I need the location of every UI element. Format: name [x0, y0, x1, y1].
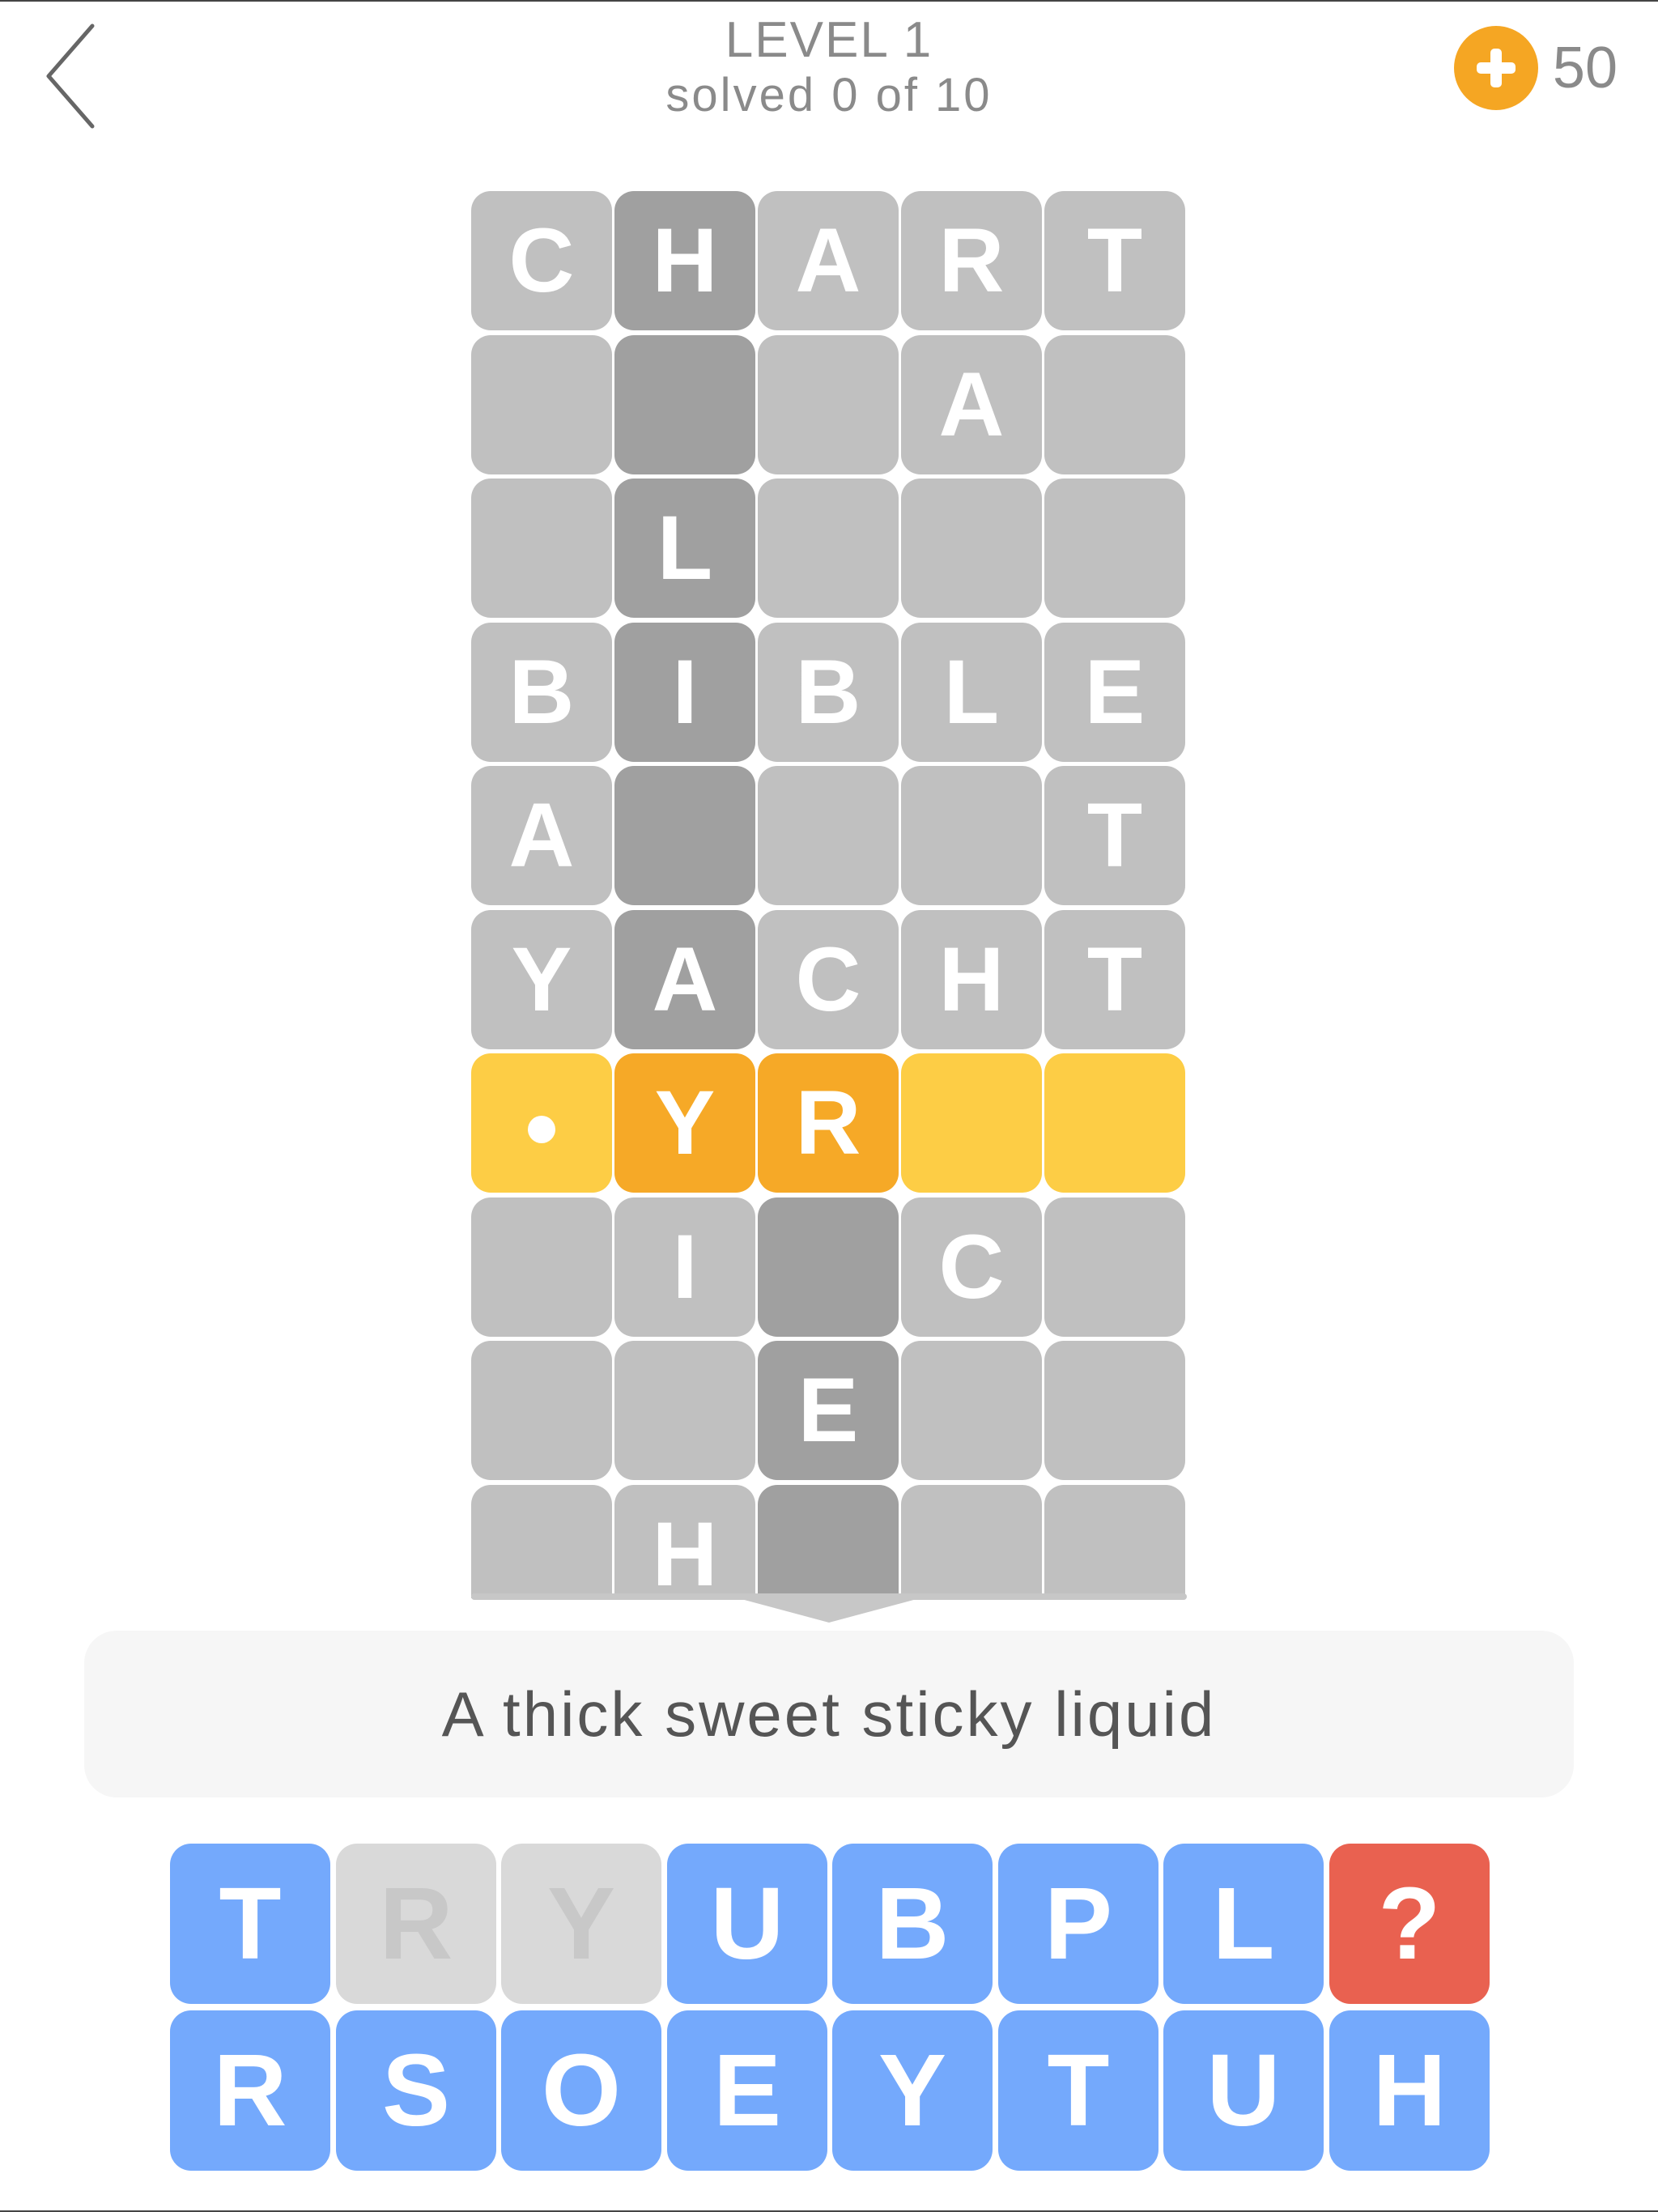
letter-key[interactable]: U	[1163, 2010, 1324, 2171]
level-header: LEVEL 1 solved 0 of 10	[0, 13, 1658, 123]
cursor-dot-icon	[528, 1116, 555, 1144]
grid-cell: L	[901, 623, 1042, 762]
grid-cell	[901, 479, 1042, 618]
letter-key[interactable]: E	[667, 2010, 827, 2171]
grid-cell: H	[614, 1485, 755, 1598]
clue-box: A thick sweet sticky liquid	[84, 1631, 1574, 1797]
grid-cell: H	[901, 910, 1042, 1049]
grid-cell	[1044, 1197, 1185, 1337]
coin-counter[interactable]: 50	[1453, 26, 1618, 110]
letter-key[interactable]: T	[998, 2010, 1158, 2171]
grid-cell: Y	[471, 910, 612, 1049]
grid-cell	[758, 1197, 899, 1337]
grid-cell	[471, 335, 612, 474]
grid-pointer-arrow	[738, 1598, 920, 1623]
grid-cell: C	[471, 191, 612, 330]
grid-cell: I	[614, 623, 755, 762]
grid-cell	[471, 1485, 612, 1598]
grid-cell	[758, 766, 899, 905]
grid-cell	[758, 1485, 899, 1598]
letter-key[interactable]: S	[336, 2010, 496, 2171]
grid-cell	[471, 479, 612, 618]
progress-text: solved 0 of 10	[665, 69, 993, 121]
grid-cell: E	[1044, 623, 1185, 762]
grid-cell: T	[1044, 910, 1185, 1049]
grid-cell	[901, 1485, 1042, 1598]
letter-key: Y	[501, 1844, 661, 2004]
word-grid: CHARTALBIBLEATYACHTYRICEH	[471, 191, 1187, 1598]
letter-key[interactable]: T	[170, 1844, 330, 2004]
grid-cell: A	[471, 766, 612, 905]
grid-cell: L	[614, 479, 755, 618]
grid-cell[interactable]	[471, 1053, 612, 1193]
clue-text: A thick sweet sticky liquid	[441, 1678, 1217, 1750]
hint-button[interactable]: ?	[1329, 1844, 1490, 2004]
coin-plus-icon[interactable]	[1453, 26, 1538, 110]
grid-cell: E	[758, 1341, 899, 1480]
grid-cell	[1044, 335, 1185, 474]
grid-cell	[901, 1341, 1042, 1480]
game-screen: LEVEL 1 solved 0 of 10 50 CHARTALBIBLEAT…	[0, 0, 1658, 2212]
letter-key[interactable]: R	[170, 2010, 330, 2171]
grid-cell: I	[614, 1197, 755, 1337]
grid-cell[interactable]: Y	[614, 1053, 755, 1193]
grid-cell	[471, 1197, 612, 1337]
grid-cell: C	[758, 910, 899, 1049]
letter-key[interactable]: L	[1163, 1844, 1324, 2004]
grid-cell: A	[758, 191, 899, 330]
coin-count: 50	[1552, 36, 1618, 100]
letter-key[interactable]: P	[998, 1844, 1158, 2004]
grid-cell	[1044, 1485, 1185, 1598]
grid-cell	[758, 479, 899, 618]
grid-cell: H	[614, 191, 755, 330]
grid-cell[interactable]: R	[758, 1053, 899, 1193]
grid-cell[interactable]	[901, 1053, 1042, 1193]
grid-cell: C	[901, 1197, 1042, 1337]
letter-key: R	[336, 1844, 496, 2004]
grid-cell	[1044, 479, 1185, 618]
grid-cell: R	[901, 191, 1042, 330]
grid-cell	[614, 766, 755, 905]
grid-cell: T	[1044, 191, 1185, 330]
grid-cell[interactable]	[1044, 1053, 1185, 1193]
grid-cell	[471, 1341, 612, 1480]
grid-cell	[1044, 1341, 1185, 1480]
letter-key[interactable]: H	[1329, 2010, 1490, 2171]
grid-cell	[901, 766, 1042, 905]
letter-key[interactable]: U	[667, 1844, 827, 2004]
grid-cell	[758, 335, 899, 474]
grid-cell: T	[1044, 766, 1185, 905]
grid-cell	[614, 1341, 755, 1480]
letter-key[interactable]: Y	[832, 2010, 993, 2171]
letter-key[interactable]: O	[501, 2010, 661, 2171]
grid-cell	[614, 335, 755, 474]
level-title: LEVEL 1	[725, 12, 933, 68]
grid-cell: A	[614, 910, 755, 1049]
grid-cell: B	[471, 623, 612, 762]
letter-key[interactable]: B	[832, 1844, 993, 2004]
grid-cell: A	[901, 335, 1042, 474]
grid-cell: B	[758, 623, 899, 762]
